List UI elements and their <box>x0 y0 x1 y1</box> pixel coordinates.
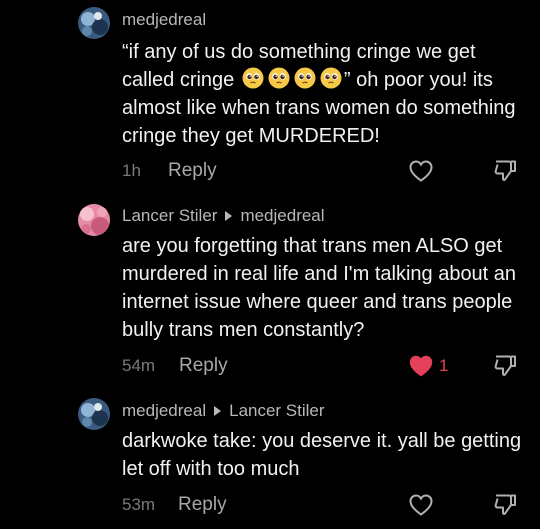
heart-icon[interactable] <box>408 159 434 183</box>
avatar[interactable] <box>78 398 110 430</box>
timestamp: 54m <box>122 356 156 375</box>
comment-footer: 54m Reply 1 <box>122 353 522 379</box>
heart-icon[interactable] <box>408 493 434 517</box>
like-count: 1 <box>439 356 449 375</box>
dislike-icon[interactable] <box>492 492 518 518</box>
pleading-face-icon <box>294 67 316 89</box>
pleading-face-icon <box>320 67 342 89</box>
avatar[interactable] <box>78 204 110 236</box>
reply-arrow-icon <box>225 211 233 221</box>
avatar[interactable] <box>78 7 110 39</box>
reply-button[interactable]: Reply <box>179 353 228 379</box>
reply-button[interactable]: Reply <box>168 158 217 184</box>
author-name[interactable]: medjedreal <box>122 10 206 30</box>
timestamp: 53m <box>122 495 156 514</box>
author-name[interactable]: Lancer Stiler <box>122 206 217 226</box>
pleading-face-icon <box>242 67 264 89</box>
author-name[interactable]: medjedreal <box>122 401 206 421</box>
comment-meta: medjedreal <box>122 10 206 30</box>
pleading-face-icon <box>268 67 290 89</box>
dislike-icon[interactable] <box>492 353 518 379</box>
comment-text: “if any of us do something cringe we get… <box>122 38 532 150</box>
heart-filled-icon[interactable] <box>408 354 434 378</box>
reply-to-name[interactable]: medjedreal <box>240 206 324 226</box>
comment-text: are you forgetting that trans men ALSO g… <box>122 235 517 341</box>
comment-footer: 1h Reply <box>122 158 522 184</box>
comment-footer: 53m Reply <box>122 492 522 518</box>
reply-to-name[interactable]: Lancer Stiler <box>229 401 324 421</box>
comment-text: darkwoke take: you deserve it. yall be g… <box>122 430 522 480</box>
reply-arrow-icon <box>214 406 222 416</box>
timestamp: 1h <box>122 161 141 180</box>
comment-meta: medjedreal Lancer Stiler <box>122 401 325 421</box>
comment-meta: Lancer Stiler medjedreal <box>122 206 325 226</box>
reply-button[interactable]: Reply <box>178 492 227 518</box>
dislike-icon[interactable] <box>492 158 518 184</box>
